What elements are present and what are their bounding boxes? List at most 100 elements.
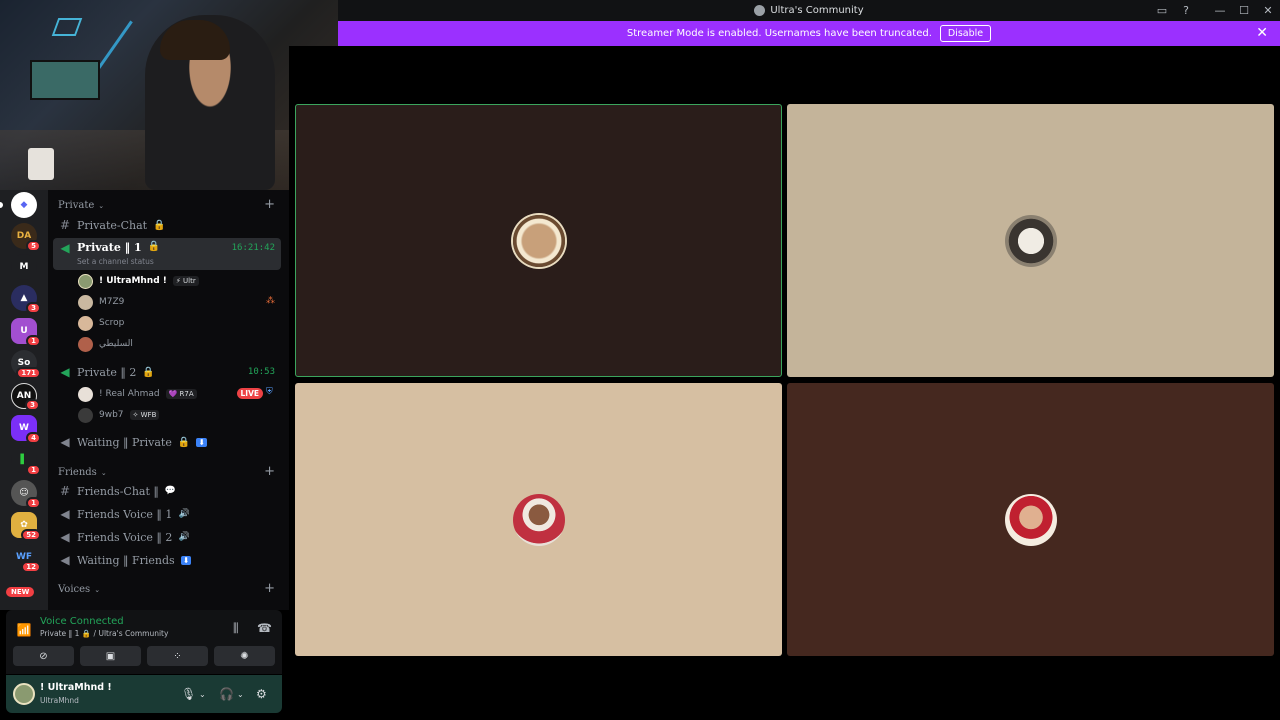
voice-user[interactable]: السليطي — [78, 334, 133, 354]
guild-icon-2[interactable]: DA 5 — [11, 223, 41, 252]
activities-button[interactable]: ⁘ — [147, 646, 208, 666]
participant-tile[interactable] — [787, 383, 1274, 656]
voice-channel-icon: ◀ — [60, 241, 70, 255]
voice-channel-icon: ◀ — [60, 530, 70, 544]
soundboard-button[interactable]: ✺ — [214, 646, 275, 666]
voice-action-buttons: ⊘ ▣ ⁘ ✺ — [13, 646, 275, 666]
signal-icon[interactable]: 📶 — [14, 620, 34, 640]
voice-user[interactable]: M7Z9 — [78, 292, 124, 312]
speaker-icon: 🔊 — [178, 509, 190, 519]
channel-duration: 16:21:42 — [231, 243, 275, 253]
add-channel-icon[interactable]: + — [264, 197, 275, 212]
close-banner-icon[interactable]: ✕ — [1256, 25, 1268, 41]
webcam-overlay — [0, 0, 338, 190]
chevron-down-icon[interactable]: ⌄ — [237, 690, 244, 699]
title-bar: Ultra's Community ▭ ? — ☐ ✕ — [338, 0, 1280, 21]
lock-icon: 🔒 — [142, 366, 155, 378]
lock-icon: 🔒 — [177, 436, 191, 448]
guild-icon-10[interactable]: ☺ 1 — [11, 480, 41, 509]
guild-icon-12[interactable]: WF 12 — [11, 544, 41, 573]
avatar — [78, 336, 93, 352]
lock-icon: 🔒 — [153, 219, 166, 231]
channel-friends-voice-2[interactable]: ◀ Friends Voice ‖ 2 🔊 — [53, 526, 281, 548]
speech-bubble-icon: 💬 — [164, 486, 177, 496]
guild-icon-8[interactable]: W4 — [11, 415, 41, 444]
video-off-button[interactable]: ⊘ — [13, 646, 74, 666]
chevron-down-icon: ⌄ — [94, 585, 101, 594]
title-bar-controls: ▭ ? — ☐ ✕ — [1150, 0, 1280, 21]
add-channel-icon[interactable]: + — [264, 581, 275, 596]
activity-icon: ⁂ — [266, 296, 275, 306]
chevron-down-icon[interactable]: ⌄ — [199, 690, 206, 699]
channel-list: Private ⌄ + # Private-Chat 🔒 ◀ Private ‖ … — [48, 190, 289, 610]
arrow-down-icon: ⬇ — [196, 437, 208, 447]
voice-channel-link[interactable]: Private ‖ 1 🔒 / Ultra's Community — [40, 629, 168, 638]
user-tag: ⚡ Ultr — [172, 276, 199, 286]
voice-status[interactable]: Voice Connected — [40, 616, 124, 627]
text-channel-icon: # — [59, 484, 71, 498]
category-private[interactable]: Private ⌄ — [58, 200, 104, 211]
guild-icon-5[interactable]: U1 — [11, 318, 41, 347]
channel-waiting-private[interactable]: ◀ Waiting ‖ Private 🔒 ⬇ — [53, 431, 281, 453]
headphones-icon[interactable]: 🎧 — [219, 687, 234, 701]
video-off-icon: ⊘ — [39, 650, 48, 662]
channel-private-chat[interactable]: # Private-Chat 🔒 — [53, 214, 281, 236]
channel-private-2[interactable]: ◀ Private ‖ 2 🔒 10:53 — [53, 361, 281, 383]
user-name[interactable]: ! UltraMhnd ! — [40, 682, 112, 693]
channel-friends-chat[interactable]: # Friends-Chat ‖ 💬 — [53, 480, 281, 502]
guild-badge: 12 — [21, 561, 41, 573]
avatar — [512, 493, 565, 546]
new-guilds-badge[interactable]: NEW — [6, 587, 35, 597]
avatar[interactable] — [13, 683, 35, 705]
guild-badge: 1 — [26, 464, 41, 476]
screen-share-button[interactable]: ▣ — [80, 646, 141, 666]
voice-user[interactable]: Scrop — [78, 313, 124, 333]
category-label: Friends — [58, 467, 97, 478]
screen-share-icon[interactable]: ▭ — [1150, 0, 1174, 21]
microphone-icon[interactable]: 🎙 — [181, 687, 196, 701]
avatar — [1004, 493, 1057, 546]
channel-label: Private-Chat — [77, 218, 148, 232]
channel-private-1[interactable]: ◀ Private ‖ 1 🔒 16:21:42 Set a channel s… — [53, 238, 281, 270]
arrow-down-icon: ⬇ — [180, 555, 192, 565]
guild-icon-11[interactable]: ✿ 52 — [11, 512, 41, 541]
voice-user-name: 9wb7 — [99, 410, 124, 420]
guild-icon-9[interactable]: ▌ 1 — [11, 447, 41, 476]
voice-user[interactable]: 9wb7 ✧ WFB — [78, 405, 160, 425]
channel-label: Friends Voice ‖ 1 — [77, 507, 173, 521]
voice-user[interactable]: ! UltraMhnd ! ⚡ Ultr — [78, 271, 199, 291]
channel-label: Waiting ‖ Private — [77, 435, 172, 449]
voice-user[interactable]: ! Real Ahmad 💜 R7A — [78, 384, 197, 404]
category-friends[interactable]: Friends ⌄ — [58, 467, 107, 478]
guild-icon-3[interactable]: M — [11, 254, 37, 280]
add-channel-icon[interactable]: + — [264, 464, 275, 479]
voice-connection-panel: 📶 Voice Connected Private ‖ 1 🔒 / Ultra'… — [6, 610, 282, 674]
participant-tile[interactable] — [787, 104, 1274, 377]
noise-suppression-icon[interactable]: ⫼ — [233, 621, 239, 636]
channel-label: Friends Voice ‖ 2 — [77, 530, 173, 544]
guild-pill — [0, 202, 3, 208]
guild-icon-1[interactable]: ◆ — [11, 192, 37, 218]
gear-icon[interactable]: ⚙ — [256, 687, 267, 701]
channel-status[interactable]: Set a channel status — [77, 257, 154, 266]
text-channel-icon: # — [59, 218, 71, 232]
participant-tile[interactable] — [295, 104, 782, 377]
guild-icon-7[interactable]: AN 3 — [11, 383, 40, 411]
chevron-down-icon: ⌄ — [100, 468, 107, 477]
channel-waiting-friends[interactable]: ◀ Waiting ‖ Friends ⬇ — [53, 549, 281, 571]
voice-user-name: Scrop — [99, 318, 125, 328]
participant-tile[interactable] — [295, 383, 782, 656]
disconnect-icon[interactable]: ☎ — [257, 621, 272, 635]
maximize-button[interactable]: ☐ — [1232, 0, 1256, 21]
guild-icon-6[interactable]: So 171 — [11, 350, 41, 379]
disable-streamer-mode-button[interactable]: Disable — [939, 25, 992, 42]
category-voices[interactable]: Voices ⌄ — [58, 584, 100, 595]
channel-friends-voice-1[interactable]: ◀ Friends Voice ‖ 1 🔊 — [53, 503, 281, 525]
guild-icon-4[interactable]: ▲ 3 — [11, 285, 41, 314]
minimize-button[interactable]: — — [1208, 0, 1232, 21]
guild-badge: 5 — [26, 240, 41, 252]
close-window-button[interactable]: ✕ — [1256, 0, 1280, 21]
guild-badge: 1 — [26, 335, 41, 347]
banner-text: Streamer Mode is enabled. Usernames have… — [626, 28, 932, 39]
help-icon[interactable]: ? — [1174, 0, 1198, 21]
